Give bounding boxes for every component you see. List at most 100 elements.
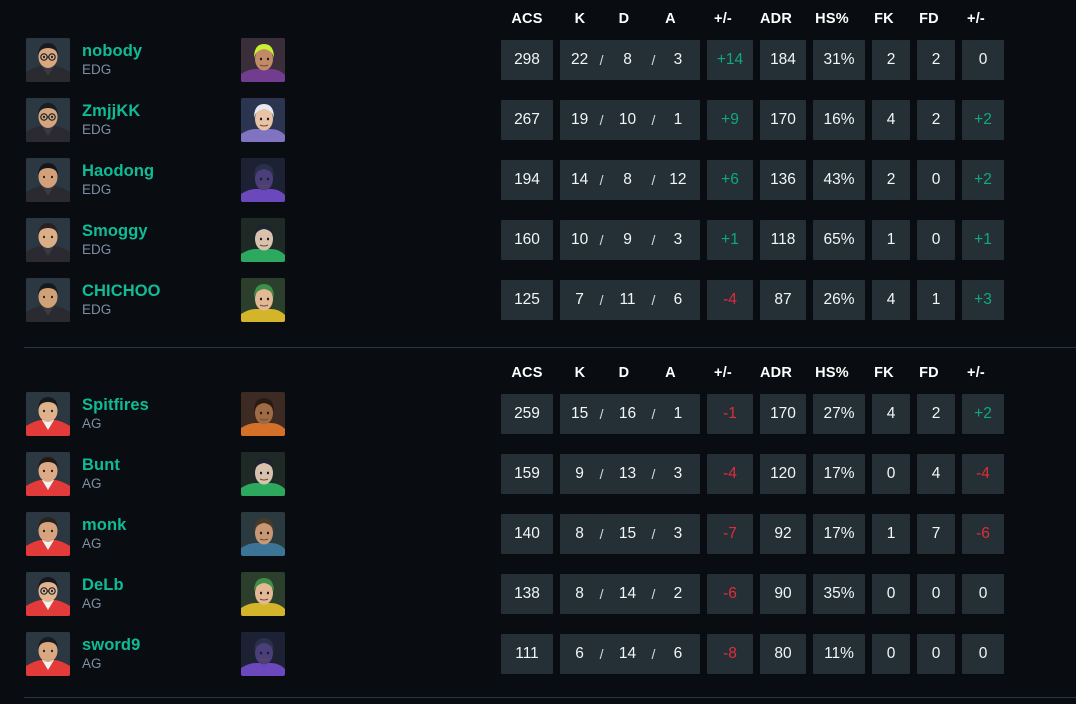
player-name-block: DeLb AG [82,576,124,611]
agent-icon-raze[interactable] [241,392,285,436]
column-header-d[interactable]: D [600,365,648,381]
column-header-kd-diff[interactable]: +/- [700,365,746,381]
column-header-fd[interactable]: FD [910,11,948,27]
stat-fkfd-diff: +1 [962,220,1004,260]
column-header-fk[interactable]: FK [865,365,903,381]
player-row[interactable]: ZmjjKK EDG 267 19 / 10 / 1 +9 170 16% 4 … [0,90,1076,150]
player-identity[interactable]: sword9 AG [26,632,140,676]
player-name[interactable]: Spitfires [82,396,149,414]
stats-header-row: ACS K D A +/- ADR HS% FK FD +/- [501,8,997,30]
column-header-fkfd-diff[interactable]: +/- [955,365,997,381]
stat-fkfd-diff: 0 [962,40,1004,80]
stat-adr: 80 [760,634,806,674]
agent-icon-killjoy[interactable] [241,278,285,322]
player-name[interactable]: monk [82,516,126,534]
column-header-d[interactable]: D [600,11,648,27]
stat-assists: 3 [673,525,683,542]
stat-kills: 19 [570,111,589,128]
stat-kd-diff: -4 [707,280,753,320]
player-identity[interactable]: Haodong EDG [26,158,154,202]
stat-assists: 1 [673,111,683,128]
agent-icon-omen[interactable] [241,632,285,676]
stat-kills: 22 [570,51,589,68]
stat-first-kills: 0 [872,454,910,494]
column-header-fd[interactable]: FD [910,365,948,381]
column-header-a[interactable]: A [648,365,693,381]
player-name[interactable]: ZmjjKK [82,102,140,120]
column-header-fk[interactable]: FK [865,11,903,27]
player-name[interactable]: Smoggy [82,222,148,240]
player-name[interactable]: Haodong [82,162,154,180]
column-header-adr[interactable]: ADR [753,365,799,381]
player-row[interactable]: Smoggy EDG 160 10 / 9 / 3 +1 118 65% 1 0… [0,210,1076,270]
column-header-hs[interactable]: HS% [806,11,858,27]
player-row[interactable]: Bunt AG 159 9 / 13 / 3 -4 120 17% 0 4 -4 [0,444,1076,504]
player-identity[interactable]: DeLb AG [26,572,124,616]
column-header-hs[interactable]: HS% [806,365,858,381]
player-identity[interactable]: Bunt AG [26,452,120,496]
player-name[interactable]: DeLb [82,576,124,594]
column-header-k[interactable]: K [560,365,600,381]
column-header-acs[interactable]: ACS [501,11,553,27]
player-identity[interactable]: ZmjjKK EDG [26,98,140,142]
player-row[interactable]: CHICHOO EDG 125 7 / 11 / 6 -4 87 26% 4 1… [0,270,1076,330]
player-name[interactable]: CHICHOO [82,282,161,300]
match-scoreboard: ACS K D A +/- ADR HS% FK FD +/- nobody EDG [0,0,1076,704]
player-team-tag: AG [82,656,102,672]
stat-kills: 15 [570,405,589,422]
stat-first-deaths: 0 [917,634,955,674]
column-header-k[interactable]: K [560,11,600,27]
column-header-kd-diff[interactable]: +/- [700,11,746,27]
agent-icon-neon[interactable] [241,38,285,82]
player-team-tag: AG [82,416,102,432]
player-row[interactable]: Haodong EDG 194 14 / 8 / 12 +6 136 43% 2… [0,150,1076,210]
agent-icon-killjoy[interactable] [241,572,285,616]
column-header-acs[interactable]: ACS [501,365,553,381]
player-avatar [26,158,70,202]
stat-fkfd-diff: +2 [962,394,1004,434]
column-header-adr[interactable]: ADR [753,11,799,27]
stat-kda: 14 / 8 / 12 [560,160,700,200]
stat-assists: 3 [673,465,683,482]
stat-first-kills: 4 [872,394,910,434]
stat-deaths: 15 [618,525,637,542]
player-identity[interactable]: monk AG [26,512,126,556]
stat-first-deaths: 0 [917,160,955,200]
player-stats: 140 8 / 15 / 3 -7 92 17% 1 7 -6 [501,514,1004,554]
stat-kda: 6 / 14 / 6 [560,634,700,674]
player-team-tag: EDG [82,182,112,198]
player-row[interactable]: sword9 AG 111 6 / 14 / 6 -8 80 11% 0 0 0 [0,624,1076,684]
stat-hs-percent: 43% [813,160,865,200]
stat-assists: 3 [673,51,683,68]
player-stats: 194 14 / 8 / 12 +6 136 43% 2 0 +2 [501,160,1004,200]
player-identity[interactable]: CHICHOO EDG [26,278,161,322]
player-row[interactable]: DeLb AG 138 8 / 14 / 2 -6 90 35% 0 0 0 [0,564,1076,624]
stat-first-kills: 2 [872,160,910,200]
player-identity[interactable]: nobody EDG [26,38,142,82]
stat-deaths: 10 [618,111,637,128]
column-header-fkfd-diff[interactable]: +/- [955,11,997,27]
stat-kills: 10 [570,231,589,248]
agent-icon-viper[interactable] [241,452,285,496]
agent-icon-viper[interactable] [241,218,285,262]
stat-adr: 90 [760,574,806,614]
player-identity[interactable]: Smoggy EDG [26,218,148,262]
player-identity[interactable]: Spitfires AG [26,392,149,436]
player-stats: 159 9 / 13 / 3 -4 120 17% 0 4 -4 [501,454,1004,494]
column-header-a[interactable]: A [648,11,693,27]
agent-icon-omen[interactable] [241,158,285,202]
player-row[interactable]: nobody EDG 298 22 / 8 / 3 +14 184 31% 2 … [0,30,1076,90]
stat-hs-percent: 31% [813,40,865,80]
player-name[interactable]: sword9 [82,636,140,654]
stat-acs: 138 [501,574,553,614]
player-avatar [26,392,70,436]
player-row[interactable]: Spitfires AG 259 15 / 16 / 1 -1 170 27% … [0,384,1076,444]
player-row[interactable]: monk AG 140 8 / 15 / 3 -7 92 17% 1 7 -6 [0,504,1076,564]
agent-icon-sova[interactable] [241,512,285,556]
player-name[interactable]: nobody [82,42,142,60]
stat-kda: 15 / 16 / 1 [560,394,700,434]
player-name[interactable]: Bunt [82,456,120,474]
agent-icon-jett[interactable] [241,98,285,142]
stat-assists: 6 [673,645,683,662]
player-stats: 125 7 / 11 / 6 -4 87 26% 4 1 +3 [501,280,1004,320]
